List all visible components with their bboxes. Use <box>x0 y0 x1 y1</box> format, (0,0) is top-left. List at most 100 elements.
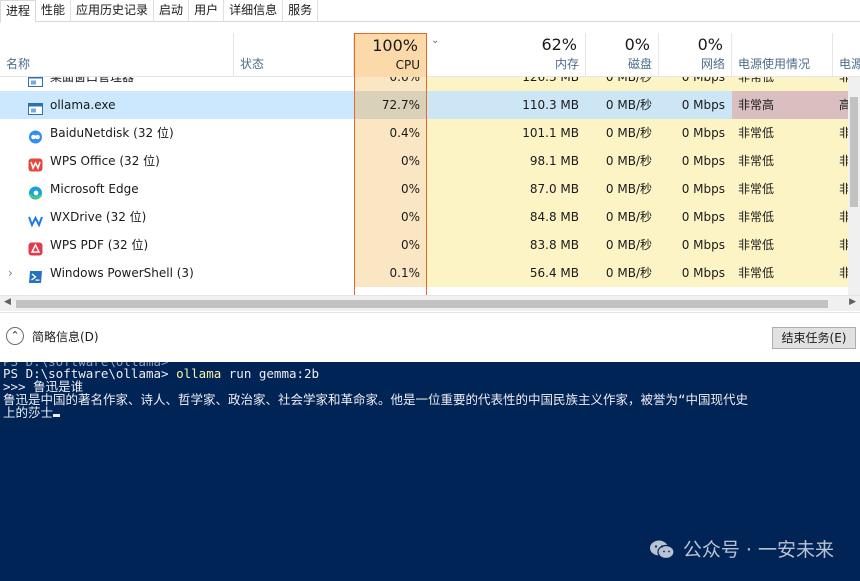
window-icon <box>28 77 43 87</box>
wps-pdf-icon <box>28 238 43 256</box>
column-status-label: 状态 <box>240 57 265 71</box>
column-status[interactable]: 状态 <box>234 33 354 77</box>
column-network[interactable]: 0% 网络 <box>659 33 732 77</box>
disk-cell: 0 MB/秒 <box>586 175 659 203</box>
watermark-text: 公众号 · 一安未来 <box>682 538 834 561</box>
process-name-cell: ollama.exe <box>0 91 354 119</box>
tab-performance[interactable]: 性能 <box>36 0 72 22</box>
command-keyword: ollama <box>176 366 222 381</box>
power-trend-cell: 高 <box>833 91 848 119</box>
memory-cell: 126.3 MB <box>427 77 586 91</box>
wechat-icon <box>649 540 675 560</box>
process-name-cell: Microsoft Edge <box>0 175 354 203</box>
network-cell: 0 Mbps <box>659 203 732 231</box>
memory-cell: 101.1 MB <box>427 119 586 147</box>
table-row[interactable]: WXDrive (32 位) 0% 84.8 MB 0 MB/秒 0 Mbps 非常低非 <box>0 203 848 231</box>
column-power-label: 电源使用情况 <box>738 57 811 71</box>
power-cell: 非常低 <box>732 259 833 287</box>
process-name-cell: 桌面窗口管理器 <box>0 77 354 91</box>
tab-services[interactable]: 服务 <box>283 0 319 22</box>
scroll-right-icon[interactable]: ▶ <box>849 297 856 307</box>
process-name: ollama.exe <box>50 98 116 112</box>
fewer-details-label: 简略信息(D) <box>32 329 99 344</box>
cpu-cell: 0% <box>354 231 427 259</box>
power-trend-cell: 非 <box>833 203 848 231</box>
power-trend-cell: 非 <box>833 77 848 91</box>
disk-cell: 0 MB/秒 <box>586 203 659 231</box>
power-cell: 非常低 <box>732 147 833 175</box>
window-icon <box>28 98 43 115</box>
power-cell: 非常高 <box>732 91 833 119</box>
column-disk[interactable]: 0% 磁盘 <box>586 33 659 77</box>
process-list: 桌面窗口管理器 0.6% 126.3 MB 0 MB/秒 0 Mbps 非常低非 ollam… <box>0 77 848 295</box>
memory-cell: 87.0 MB <box>427 175 586 203</box>
column-disk-label: 磁盘 <box>627 57 652 71</box>
memory-cell: 56.4 MB <box>427 259 586 287</box>
network-cell: 0 Mbps <box>659 231 732 259</box>
memory-cell: 110.3 MB <box>427 91 586 119</box>
table-row[interactable]: Microsoft Edge 0% 87.0 MB 0 MB/秒 0 Mbps 非常低非 <box>0 175 848 203</box>
tab-details[interactable]: 详细信息 <box>224 0 284 22</box>
table-row[interactable]: › Windows PowerShell (3) 0.1% 56.4 MB 0 MB/秒… <box>0 259 848 287</box>
console-output-line-2: 上的莎士 <box>3 406 61 419</box>
power-cell: 非常低 <box>732 77 833 91</box>
column-power[interactable]: 电源使用情况 <box>732 33 833 77</box>
network-cell: 0 Mbps <box>659 259 732 287</box>
disk-cell: 0 MB/秒 <box>586 91 659 119</box>
chevron-up-icon: ⌃ <box>6 327 24 345</box>
cpu-cell: 0.1% <box>354 259 427 287</box>
table-row[interactable]: BaiduNetdisk (32 位) 0.4% 101.1 MB 0 MB/秒 0 M… <box>0 119 848 147</box>
edge-icon <box>28 182 43 200</box>
cpu-cell: 0.4% <box>354 119 427 147</box>
horizontal-scroll-thumb[interactable] <box>16 300 828 308</box>
text-cursor <box>53 414 61 417</box>
process-name: BaiduNetdisk (32 位) <box>50 126 174 140</box>
column-memory[interactable]: ⌄ 62% 内存 <box>427 33 586 77</box>
tab-app-history[interactable]: 应用历史记录 <box>71 0 155 22</box>
memory-cell: 83.8 MB <box>427 231 586 259</box>
power-cell: 非常低 <box>732 119 833 147</box>
process-name: Microsoft Edge <box>50 182 139 196</box>
cpu-cell: 72.7% <box>354 91 427 119</box>
memory-cell: 84.8 MB <box>427 203 586 231</box>
disk-cell: 0 MB/秒 <box>586 147 659 175</box>
power-trend-cell: 非 <box>833 119 848 147</box>
baidu-netdisk-icon <box>28 126 43 144</box>
horizontal-scrollbar[interactable]: ◀ ▶ <box>0 295 860 311</box>
tab-processes[interactable]: 进程 <box>0 0 37 23</box>
power-trend-cell: 非 <box>833 175 848 203</box>
disk-cell: 0 MB/秒 <box>586 259 659 287</box>
column-cpu[interactable]: 100% CPU <box>354 33 427 77</box>
cpu-cell: 0% <box>354 175 427 203</box>
expand-chevron-icon[interactable]: › <box>8 259 13 287</box>
network-cell: 0 Mbps <box>659 175 732 203</box>
scroll-left-icon[interactable]: ◀ <box>4 297 11 307</box>
column-name-label: 名称 <box>6 57 31 71</box>
power-cell: 非常低 <box>732 175 833 203</box>
process-name-cell: WPS PDF (32 位) <box>0 231 354 259</box>
tab-startup[interactable]: 启动 <box>154 0 190 22</box>
power-trend-cell: 非 <box>833 231 848 259</box>
command-args: run gemma:2b <box>221 366 320 381</box>
end-task-button[interactable]: 结束任务(E) <box>772 327 856 349</box>
column-cpu-label: CPU <box>395 58 420 72</box>
column-name[interactable]: 名称 <box>0 33 234 77</box>
table-row[interactable]: ollama.exe 72.7% 110.3 MB 0 MB/秒 0 Mbps 非常高高 <box>0 91 848 119</box>
process-name-cell: › Windows PowerShell (3) <box>0 259 354 287</box>
table-row[interactable]: 桌面窗口管理器 0.6% 126.3 MB 0 MB/秒 0 Mbps 非常低非 <box>0 77 848 91</box>
table-row[interactable]: WPS PDF (32 位) 0% 83.8 MB 0 MB/秒 0 Mbps 非常低非 <box>0 231 848 259</box>
fewer-details-button[interactable]: ⌃ 简略信息(D) <box>6 327 99 345</box>
vertical-scrollbar[interactable] <box>848 77 860 295</box>
powershell-console[interactable]: PS D:\software\ollama> PS D:\software\ol… <box>0 362 860 581</box>
column-power-trend[interactable]: 电源 <box>833 33 860 77</box>
tab-users[interactable]: 用户 <box>189 0 225 22</box>
power-trend-cell: 非 <box>833 147 848 175</box>
process-name: Windows PowerShell (3) <box>50 266 194 280</box>
cpu-cell: 0% <box>354 203 427 231</box>
table-row[interactable]: WPS Office (32 位) 0% 98.1 MB 0 MB/秒 0 Mbps 非常… <box>0 147 848 175</box>
memory-cell: 98.1 MB <box>427 147 586 175</box>
vertical-scroll-thumb[interactable] <box>850 97 858 207</box>
powershell-icon <box>28 266 43 283</box>
cpu-cell: 0% <box>354 147 427 175</box>
process-name-cell: WXDrive (32 位) <box>0 203 354 231</box>
